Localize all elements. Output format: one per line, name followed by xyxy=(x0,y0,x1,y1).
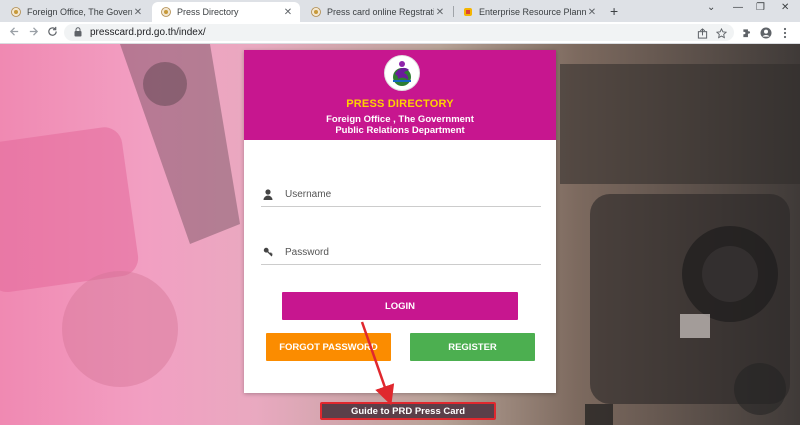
back-icon[interactable] xyxy=(9,26,20,40)
login-card: PRESS DIRECTORY Foreign Office , The Gov… xyxy=(244,50,556,393)
tab-close-icon[interactable]: ✕ xyxy=(586,7,598,18)
tab-close-icon[interactable]: ✕ xyxy=(282,7,294,18)
tab-search-icon[interactable]: ⌄ xyxy=(707,2,715,13)
browser-menu-icon[interactable] xyxy=(783,26,787,44)
card-header: PRESS DIRECTORY Foreign Office , The Gov… xyxy=(244,50,556,140)
bookmark-star-icon[interactable] xyxy=(715,26,728,44)
minimize-icon[interactable]: — xyxy=(733,2,743,13)
forgot-password-button[interactable]: FORGOT PASSWORD xyxy=(266,333,391,361)
register-button[interactable]: REGISTER xyxy=(410,333,535,361)
prd-logo-icon xyxy=(384,55,420,91)
username-input[interactable] xyxy=(283,187,527,201)
page-title: PRESS DIRECTORY xyxy=(346,98,454,110)
subtitle-line-2: Public Relations Department xyxy=(335,125,465,136)
restore-icon[interactable]: ❐ xyxy=(756,2,765,13)
tab-title: Foreign Office, The Government P xyxy=(27,7,132,17)
site-favicon-icon xyxy=(161,7,171,17)
site-favicon-icon xyxy=(311,7,321,17)
lock-icon[interactable] xyxy=(74,24,84,42)
user-icon xyxy=(261,188,275,200)
browser-toolbar: presscard.prd.go.th/index/ xyxy=(0,22,800,44)
key-icon xyxy=(261,247,275,257)
share-icon[interactable] xyxy=(697,26,708,44)
tab-title: Press card online Regstration xyxy=(327,7,434,17)
page-background: PRESS DIRECTORY Foreign Office , The Gov… xyxy=(0,44,800,425)
forward-icon[interactable] xyxy=(28,26,39,40)
tab-bar: Foreign Office, The Government P ✕ Press… xyxy=(0,0,800,22)
tab-press-directory[interactable]: Press Directory ✕ xyxy=(152,2,300,22)
tab-title: Enterprise Resource Planning - R xyxy=(479,7,586,17)
login-button[interactable]: LOGIN xyxy=(282,292,518,320)
reload-icon[interactable] xyxy=(47,26,58,40)
profile-avatar-icon[interactable] xyxy=(760,26,772,44)
tab-title: Press Directory xyxy=(177,7,239,17)
close-window-icon[interactable]: ✕ xyxy=(781,2,789,13)
address-bar[interactable]: presscard.prd.go.th/index/ xyxy=(64,24,734,41)
tab-press-card-registration[interactable]: Press card online Regstration ✕ xyxy=(302,2,452,22)
password-input[interactable] xyxy=(283,245,527,259)
tab-close-icon[interactable]: ✕ xyxy=(434,7,446,18)
tab-foreign-office[interactable]: Foreign Office, The Government P ✕ xyxy=(2,2,150,22)
guide-button[interactable]: Guide to PRD Press Card xyxy=(320,402,496,420)
password-field[interactable] xyxy=(261,240,541,265)
site-favicon-icon xyxy=(11,7,21,17)
erp-favicon-icon xyxy=(463,7,473,17)
username-field[interactable] xyxy=(261,182,541,207)
url-text: presscard.prd.go.th/index/ xyxy=(90,27,206,38)
subtitle-line-1: Foreign Office , The Government xyxy=(326,114,474,125)
tab-close-icon[interactable]: ✕ xyxy=(132,7,144,18)
tab-erp[interactable]: Enterprise Resource Planning - R ✕ xyxy=(454,2,604,22)
extensions-icon[interactable] xyxy=(742,26,753,44)
new-tab-icon[interactable]: + xyxy=(610,3,618,19)
